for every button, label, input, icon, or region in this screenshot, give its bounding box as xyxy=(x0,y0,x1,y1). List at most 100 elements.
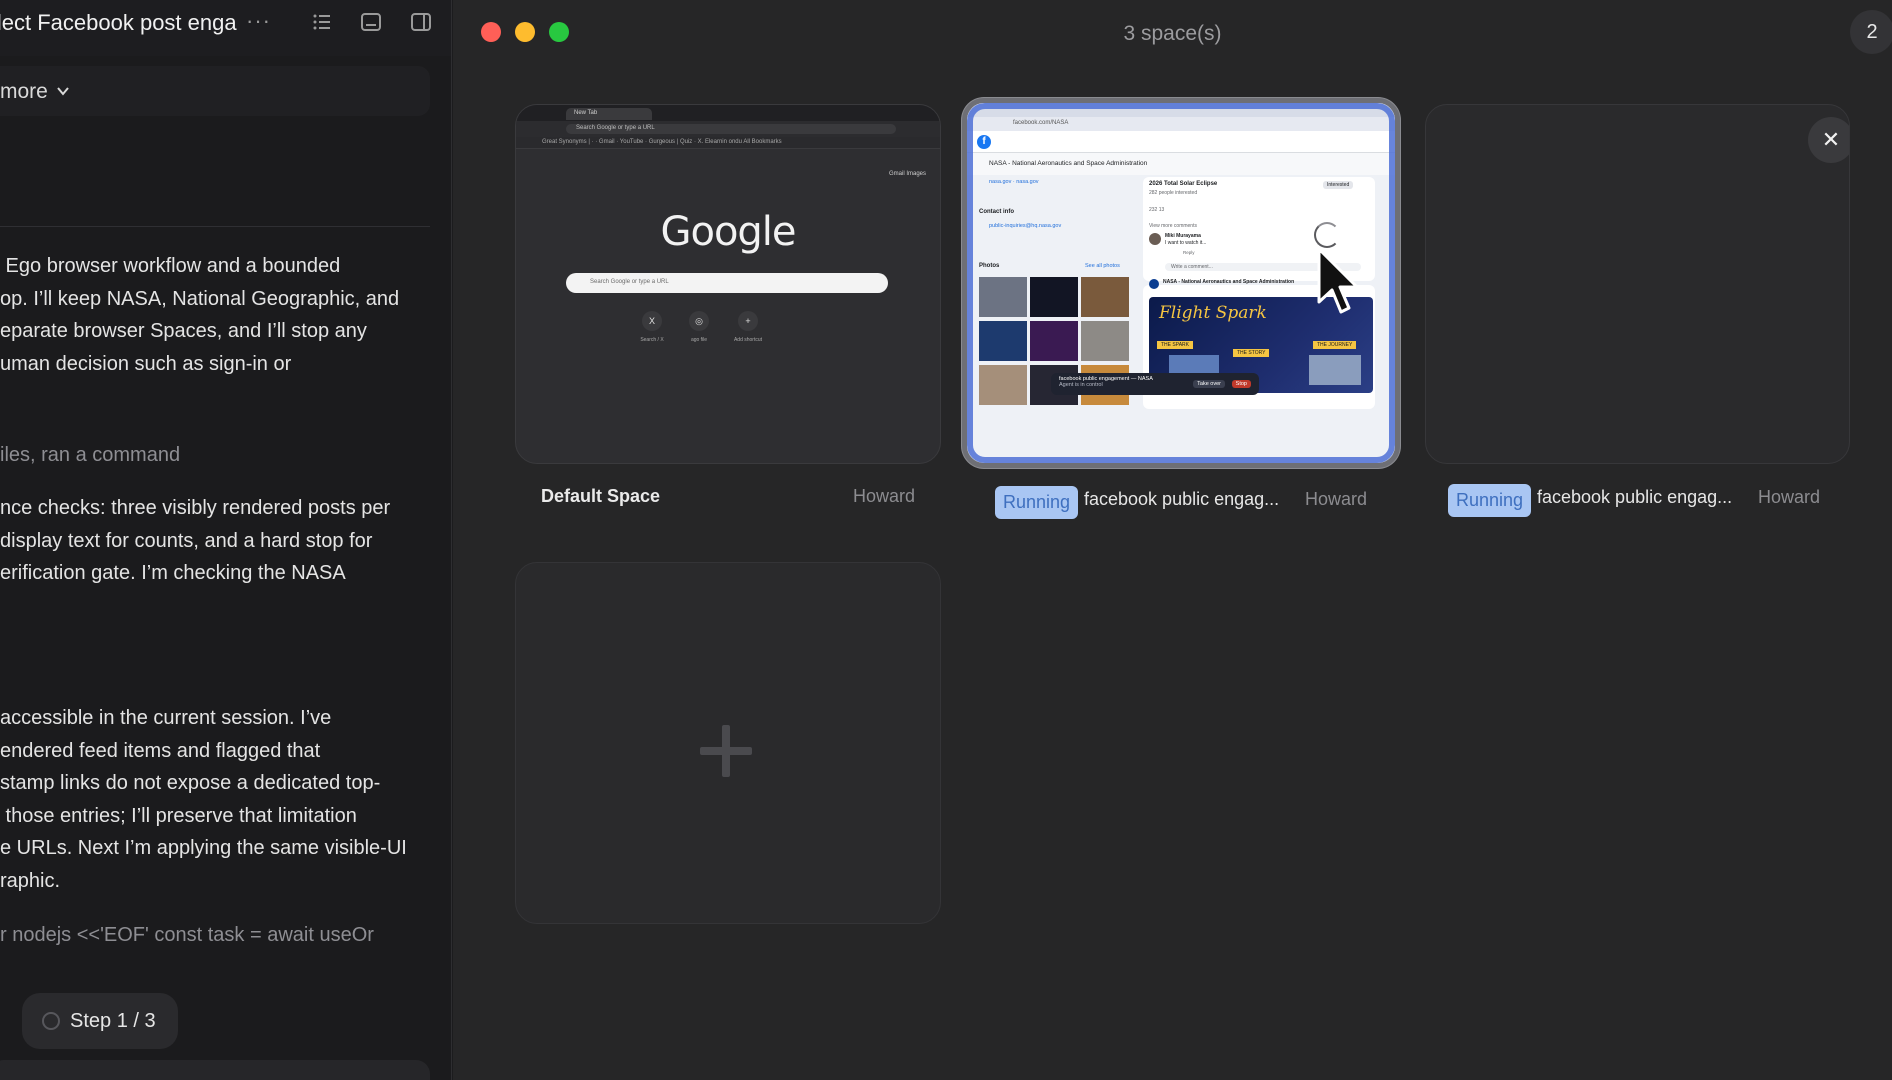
close-space-button[interactable]: ✕ xyxy=(1808,117,1849,163)
spaces-window: 3 space(s) 2 New Tab Search Google or ty… xyxy=(453,0,1892,1080)
view-more-comments: View more comments xyxy=(1149,223,1197,229)
chat-message-line: accessible in the current session. I’ve xyxy=(0,707,332,729)
preview-search-box: Search Google or type a URL xyxy=(566,273,888,293)
comment-text: I want to watch it... xyxy=(1165,240,1207,246)
chat-input-edge[interactable] xyxy=(0,1060,430,1080)
reply-link: Reply xyxy=(1183,250,1195,255)
space-status-badge: Running xyxy=(995,486,1079,519)
window-title: 3 space(s) xyxy=(1123,22,1222,45)
chat-message-line: uman decision such as sign-in or xyxy=(0,352,292,375)
more-toggle[interactable]: more xyxy=(0,80,48,104)
photo-thumb xyxy=(979,365,1027,405)
chat-message-line: iles, ran a command xyxy=(0,444,181,466)
space-owner: Howard xyxy=(1305,489,1368,509)
chat-message-line: endered feed items and flagged that xyxy=(0,739,321,762)
space-card-loading[interactable]: ✕ xyxy=(1425,104,1850,464)
see-all-photos: See all photos xyxy=(1085,263,1120,269)
chat-title[interactable]: llect Facebook post enga xyxy=(0,10,238,36)
commenter-name: Miki Murayama xyxy=(1165,233,1201,239)
preview-top-links: Gmail Images xyxy=(888,171,926,177)
x-icon: X xyxy=(642,311,662,331)
shortcut-label: Add shortcut xyxy=(733,337,763,343)
chat-message-line: raphic. xyxy=(0,869,61,892)
preview-address-bar: Search Google or type a URL xyxy=(566,124,896,134)
facebook-logo-icon: f xyxy=(977,135,991,149)
photo-thumb xyxy=(1030,321,1078,361)
preview-tabbar xyxy=(967,103,1395,117)
chat-message: iles, ran a command xyxy=(0,439,180,472)
event-title: 2026 Total Solar Eclipse xyxy=(1149,181,1218,187)
facebook-navbar: f xyxy=(967,131,1395,153)
photo-thumb xyxy=(1030,277,1078,317)
chat-message-line: op. I’ll keep NASA, National Geographic,… xyxy=(0,287,400,310)
contact-heading: Contact info xyxy=(979,209,1014,215)
space-title: facebook public engag... xyxy=(1084,489,1280,509)
photos-heading: Photos xyxy=(979,263,1000,269)
page-links: nasa.gov · nasa.gov xyxy=(989,179,1039,185)
side-panel-icon[interactable] xyxy=(411,13,431,31)
poster-title: Flight Spark xyxy=(1159,303,1267,323)
take-over-button: Take over xyxy=(1193,380,1225,388)
preview-address-bar: facebook.com/NASA xyxy=(967,117,1395,131)
shortcut-x: X Search / X xyxy=(630,311,674,343)
bottom-panel-icon[interactable] xyxy=(361,13,381,31)
divider xyxy=(0,226,430,227)
preview-bookmarks-bar: Great Synonyms | · · Gmail · YouTube · G… xyxy=(516,137,940,149)
count-badge[interactable]: 2 xyxy=(1850,10,1892,54)
photo-thumb xyxy=(1081,321,1129,361)
progress-spinner-icon xyxy=(42,1012,60,1030)
interested-button: Interested xyxy=(1323,181,1354,189)
stop-button: Stop xyxy=(1231,380,1251,388)
chat-message-line: r nodejs <<'EOF' const task = await useO… xyxy=(0,924,374,946)
chat-message-line: Ego browser workflow and a bounded xyxy=(0,255,341,277)
photo-thumb xyxy=(1081,277,1129,317)
chat-message-line: display text for counts, and a hard stop… xyxy=(0,529,373,552)
plus-icon xyxy=(700,725,752,777)
chat-message-line: e URLs. Next I’m applying the same visib… xyxy=(0,837,407,859)
post-author: NASA - National Aeronautics and Space Ad… xyxy=(1163,279,1295,285)
chat-message: nce checks: three visibly rendered posts… xyxy=(0,492,390,590)
google-logo: Google xyxy=(660,209,796,255)
mouse-cursor-icon xyxy=(1317,247,1359,314)
shortcut-label: Search / X xyxy=(640,337,664,343)
chat-message: r nodejs <<'EOF' const task = await useO… xyxy=(0,919,374,952)
step-indicator[interactable]: Step 1 / 3 xyxy=(22,993,178,1049)
chat-message-line: those entries; I’ll preserve that limita… xyxy=(0,804,357,827)
shortcut-ago: ◎ ago file xyxy=(677,311,721,343)
chat-message: Ego browser workflow and a bounded op. I’… xyxy=(0,250,399,380)
agent-chat-panel: llect Facebook post enga ··· more Ego br… xyxy=(0,0,452,1080)
commenter-avatar xyxy=(1149,233,1161,245)
chat-message: accessible in the current session. I’ve e… xyxy=(0,702,407,897)
list-icon[interactable] xyxy=(312,13,332,31)
photo-thumb xyxy=(979,277,1027,317)
chat-message-line: nce checks: three visibly rendered posts… xyxy=(0,497,391,519)
shortcut-label: ago file xyxy=(690,337,708,343)
reaction-counts: 232 13 xyxy=(1149,207,1165,213)
space-title: facebook public engag... xyxy=(1537,487,1733,507)
space-owner: Howard xyxy=(1758,487,1821,507)
chat-message-line: erification gate. I’m checking the NASA xyxy=(0,562,346,584)
chat-message-line: stamp links do not expose a dedicated to… xyxy=(0,772,381,794)
camera-icon: ◎ xyxy=(689,311,709,331)
space-status-badge: Running xyxy=(1448,484,1532,517)
contact-email: public-inquiries@hq.nasa.gov xyxy=(989,223,1062,229)
shortcut-add: + Add shortcut xyxy=(726,311,770,343)
screen: llect Facebook post enga ··· more Ego br… xyxy=(0,0,1892,1080)
event-subtitle: 282 people interested xyxy=(1149,190,1198,196)
chat-message-line: eparate browser Spaces, and I’ll stop an… xyxy=(0,320,367,342)
space-owner: Howard xyxy=(853,486,916,506)
poster-tag: THE SPARK xyxy=(1157,341,1193,349)
nasa-avatar xyxy=(1149,279,1159,289)
loading-spinner-icon xyxy=(1314,222,1340,248)
plus-icon: + xyxy=(738,311,758,331)
poster-tag: THE STORY xyxy=(1233,349,1270,357)
poster-art xyxy=(1309,355,1361,385)
step-label: Step 1 / 3 xyxy=(70,1009,156,1032)
chevron-down-icon[interactable] xyxy=(56,84,70,98)
new-space-card[interactable] xyxy=(515,562,941,924)
space-name: Default Space xyxy=(541,486,661,506)
space-card-default[interactable]: New Tab Search Google or type a URL Grea… xyxy=(515,104,941,464)
preview-tab: New Tab xyxy=(566,108,652,120)
page-name: NASA - National Aeronautics and Space Ad… xyxy=(967,153,1395,175)
more-options-icon[interactable]: ··· xyxy=(246,8,271,34)
